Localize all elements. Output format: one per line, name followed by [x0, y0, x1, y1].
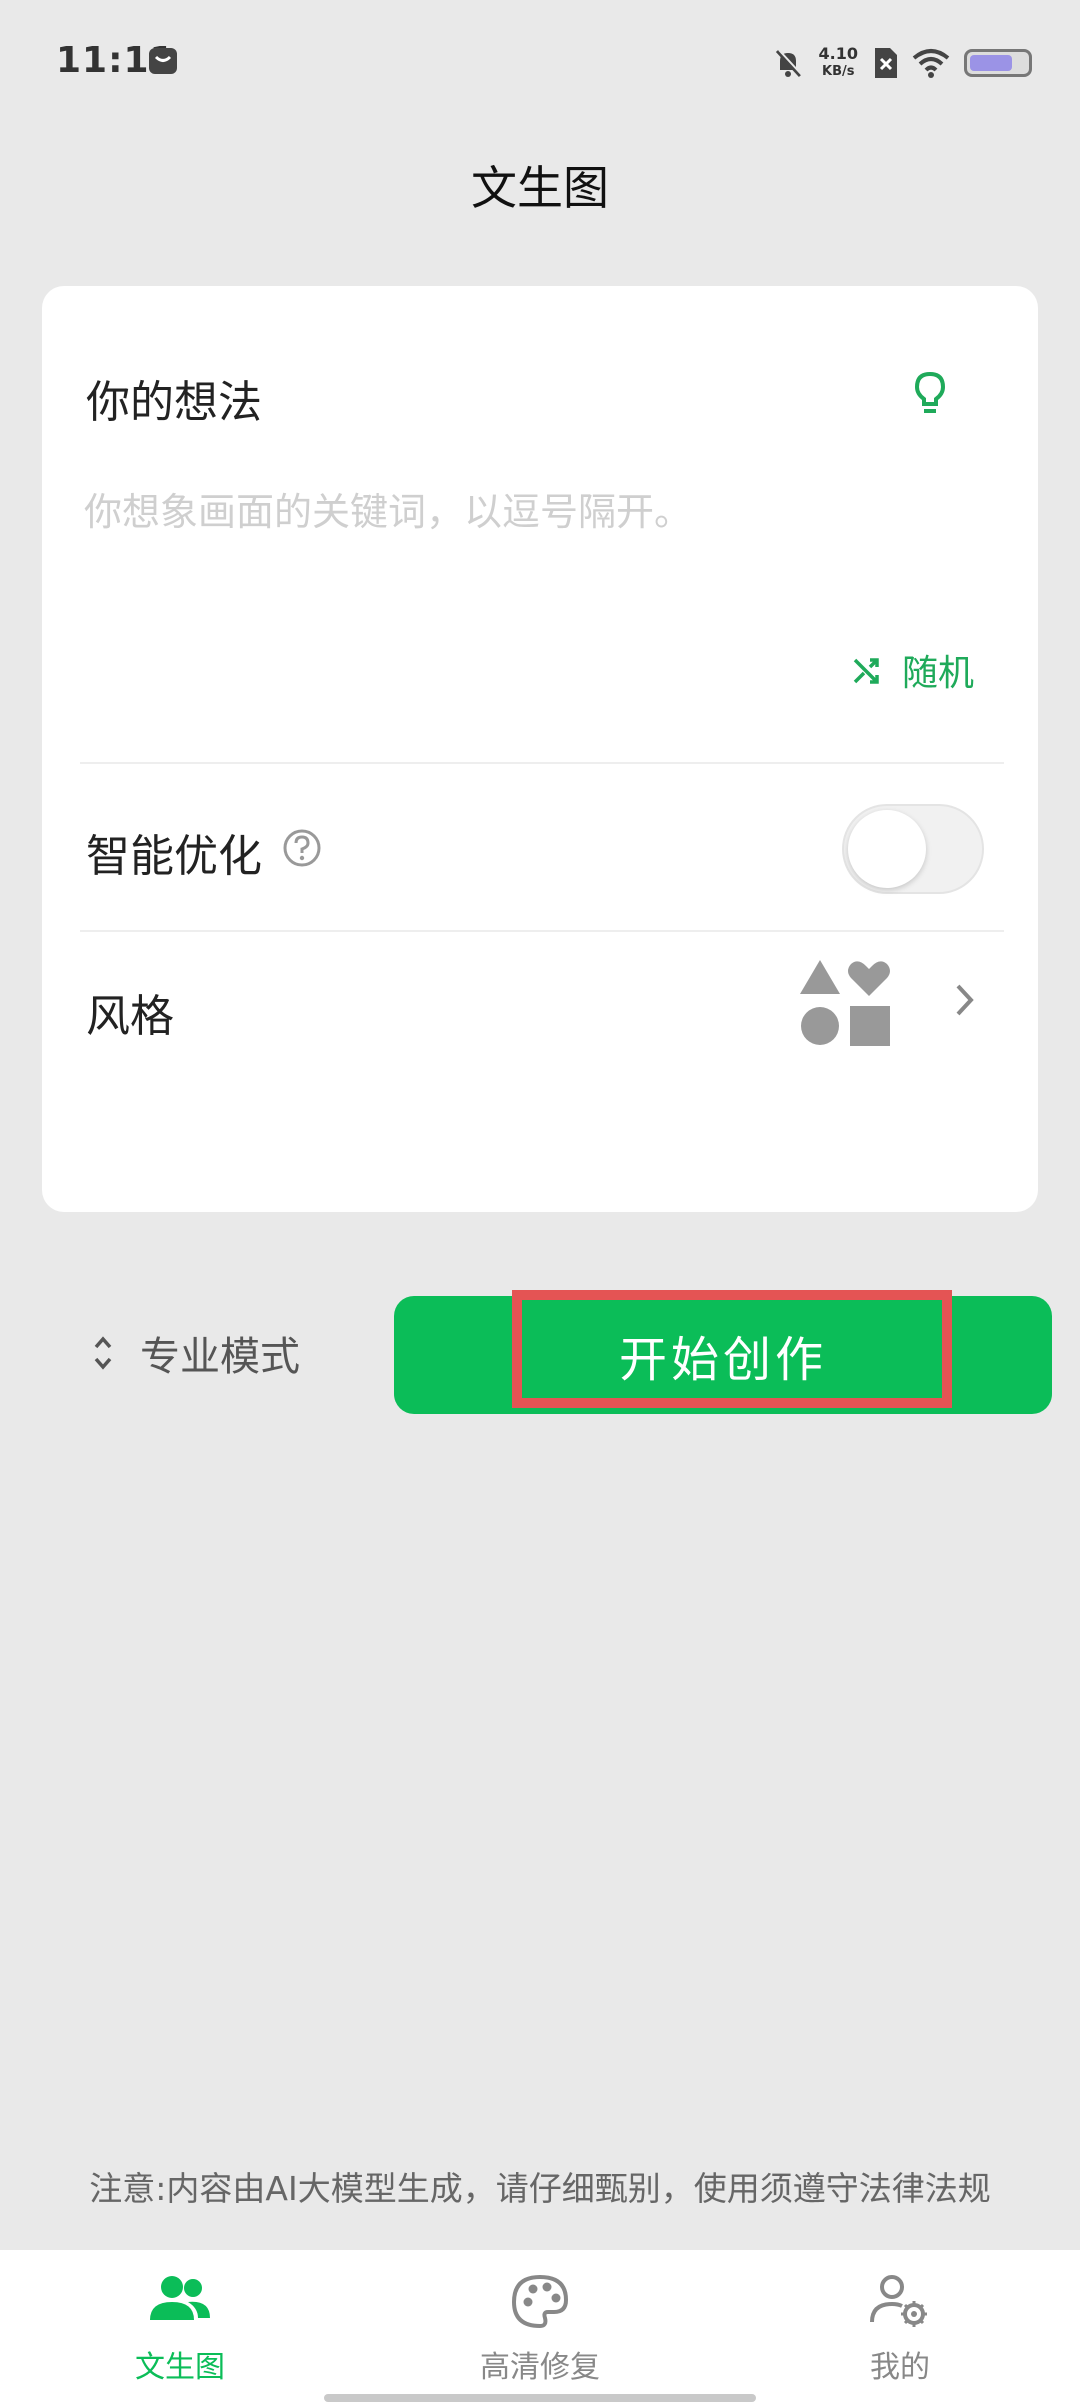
battery-icon	[964, 49, 1032, 77]
expand-updown-icon	[94, 1336, 112, 1370]
net-speed: 4.10 KB/s	[819, 45, 858, 81]
shapes-icon	[800, 960, 890, 1046]
toggle-knob	[848, 810, 926, 888]
nav-item-mine[interactable]: 我的	[770, 2274, 1030, 2386]
home-indicator[interactable]	[324, 2394, 756, 2402]
pro-mode-label: 专业模式	[140, 1334, 300, 1380]
nav-label: 文生图	[135, 2350, 225, 2385]
start-create-button[interactable]: 开始创作	[394, 1296, 1052, 1414]
net-speed-unit: KB/s	[822, 64, 855, 79]
status-bar: 11:11 4.10 KB/s	[0, 0, 1080, 126]
nav-item-text-to-image[interactable]: 文生图	[50, 2274, 310, 2386]
wifi-icon	[912, 49, 950, 78]
message-icon	[149, 48, 177, 74]
random-button[interactable]: 随机	[852, 644, 974, 696]
style-label: 风格	[86, 991, 174, 1042]
status-icons: 4.10 KB/s	[771, 38, 1032, 88]
chevron-right-icon	[956, 984, 974, 1016]
page-title: 文生图	[471, 161, 609, 215]
idea-label: 你的想法	[86, 377, 262, 428]
idea-input[interactable]	[84, 482, 984, 542]
prompt-card: 你的想法 随机 智能优化 风格	[42, 286, 1038, 1212]
people-icon	[150, 2276, 210, 2320]
palette-icon	[511, 2274, 569, 2329]
no-sim-icon	[875, 48, 897, 78]
mute-bell-icon	[775, 49, 803, 78]
battery-fill	[970, 55, 1012, 71]
style-row[interactable]: 风格	[42, 936, 1038, 1136]
bottom-nav: 文生图 高清修复 我的	[0, 2250, 1080, 2408]
nav-item-hd-restore[interactable]: 高清修复	[410, 2274, 670, 2386]
random-label: 随机	[902, 653, 975, 694]
net-speed-value: 4.10	[818, 44, 858, 63]
lightbulb-icon[interactable]	[910, 370, 950, 420]
smart-optimize-toggle[interactable]	[842, 804, 984, 894]
pro-mode-toggle[interactable]: 专业模式	[92, 1324, 300, 1382]
nav-label: 我的	[870, 2350, 930, 2385]
shuffle-icon	[853, 658, 879, 684]
nav-label: 高清修复	[480, 2350, 600, 2385]
divider	[80, 930, 1004, 932]
divider	[80, 762, 1004, 764]
disclaimer: 注意:内容由AI大模型生成，请仔细甄别，使用须遵守法律法规	[89, 2169, 991, 2208]
user-settings-icon	[870, 2275, 927, 2327]
help-icon[interactable]	[282, 828, 322, 868]
smart-optimize-label: 智能优化	[86, 831, 262, 882]
